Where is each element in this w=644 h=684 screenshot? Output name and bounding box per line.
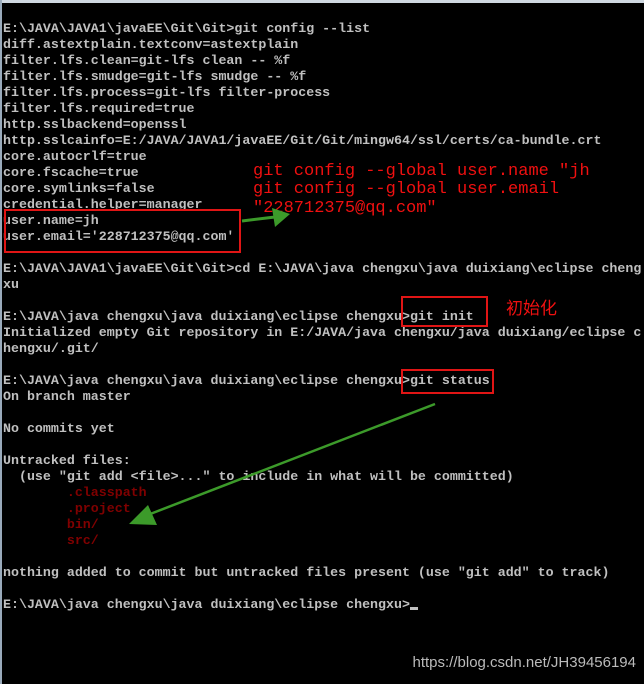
watermark: https://blog.csdn.net/JH39456194 [412,654,637,671]
annotation-arrows [129,208,436,525]
arrow-icon-untracked [129,402,436,525]
arrow-icon-config [241,208,290,227]
